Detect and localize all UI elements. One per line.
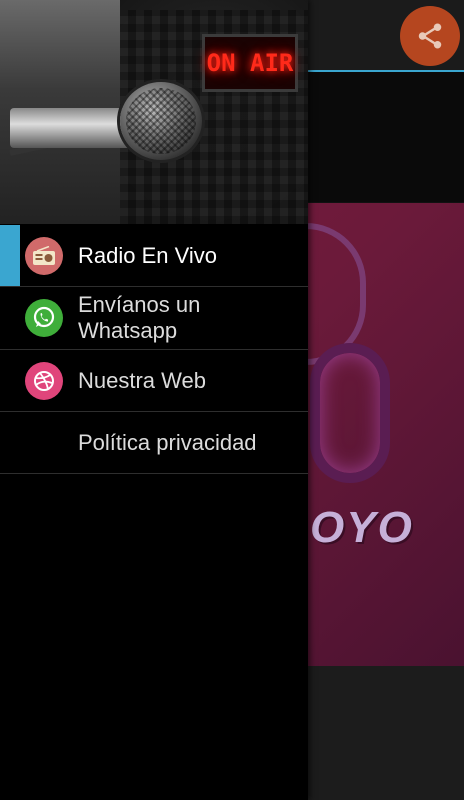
headphone-earcup — [310, 343, 390, 483]
dribbble-icon — [25, 361, 63, 400]
menu-item-politica-privacidad[interactable]: Política privacidad — [0, 412, 308, 474]
navigation-drawer: ON AIR Radio En Vivo Envíanos un Whatsap… — [0, 0, 308, 800]
on-air-sign: ON AIR — [202, 34, 298, 92]
drawer-menu: Radio En Vivo Envíanos un Whatsapp Nuest… — [0, 225, 308, 474]
radio-icon — [25, 236, 63, 275]
menu-item-radio-en-vivo[interactable]: Radio En Vivo — [0, 225, 308, 287]
menu-item-nuestra-web[interactable]: Nuestra Web — [0, 350, 308, 412]
microphone-body — [10, 108, 132, 148]
share-icon — [418, 23, 442, 49]
menu-item-label: Radio En Vivo — [78, 242, 218, 268]
whatsapp-icon — [25, 299, 63, 337]
share-button[interactable] — [400, 6, 460, 66]
menu-item-label: Envíanos un Whatsapp — [78, 292, 201, 343]
radio-icon-glyph — [33, 245, 55, 265]
menu-item-whatsapp[interactable]: Envíanos un Whatsapp — [0, 287, 308, 350]
banner-logo-text: OYO — [310, 503, 414, 552]
menu-item-label: Política privacidad — [78, 429, 257, 455]
microphone-icon — [120, 82, 202, 160]
menu-item-label: Nuestra Web — [78, 367, 206, 393]
drawer-header-image: ON AIR — [0, 0, 308, 224]
whatsapp-icon-glyph — [33, 306, 55, 328]
dribbble-icon-glyph — [34, 370, 54, 391]
